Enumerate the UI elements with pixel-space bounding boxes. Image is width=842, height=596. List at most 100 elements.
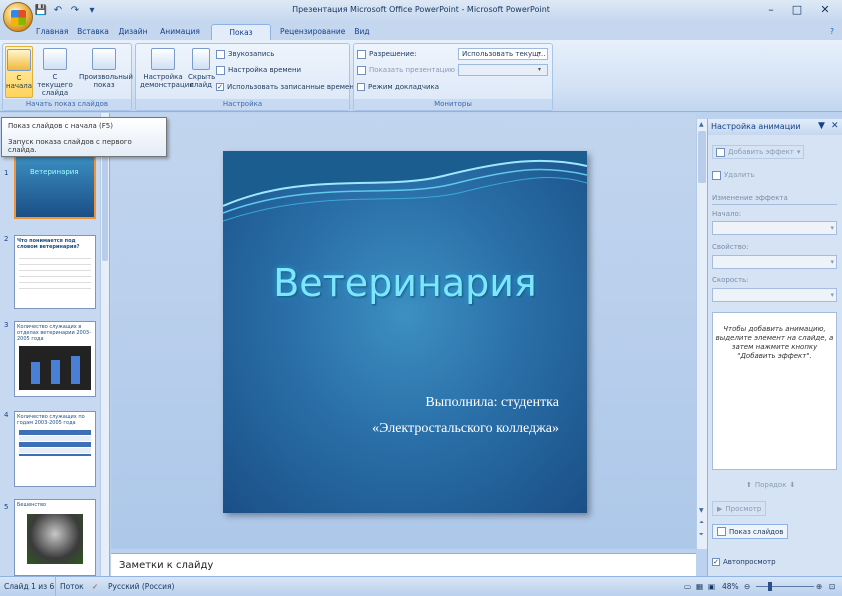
custom-show-button[interactable]: Произвольный показ: [79, 46, 133, 98]
customize-qat-icon[interactable]: ▾: [85, 4, 99, 18]
window-title: Презентация Microsoft Office PowerPoint …: [292, 5, 550, 14]
chevron-down-icon: ▾: [830, 224, 834, 232]
tab-insert[interactable]: Вставка: [76, 24, 110, 40]
autopreview-checkbox[interactable]: ✓ Автопросмотр: [712, 556, 776, 568]
add-effect-button[interactable]: Добавить эффект ▾: [712, 145, 805, 159]
autopreview-check-icon: ✓: [712, 558, 720, 566]
chevron-down-icon: ▾: [538, 66, 542, 73]
current-slide[interactable]: Ветеринария Выполнила: студентка «Электр…: [223, 151, 587, 513]
from-beginning-button[interactable]: С начала: [5, 46, 33, 98]
tab-home[interactable]: Главная: [36, 24, 68, 40]
slideshow-view-icon[interactable]: ▣: [708, 577, 715, 596]
property-select[interactable]: ▾: [712, 255, 837, 269]
tab-slideshow[interactable]: Показ слайдов: [211, 24, 271, 53]
help-icon[interactable]: ?: [826, 24, 838, 40]
next-slide-icon[interactable]: ⏷: [699, 531, 704, 539]
chevron-down-icon: ▾: [830, 291, 834, 299]
resolution-icon: [357, 49, 366, 59]
tooltip-title: Показ слайдов с начала (F5): [8, 122, 113, 130]
tab-view[interactable]: Вид: [352, 24, 372, 40]
zoom-slider-thumb[interactable]: [768, 582, 772, 591]
rehearse-timings-button[interactable]: Настройка времени: [216, 64, 301, 76]
zoom-level[interactable]: 48%: [722, 577, 739, 596]
language-indicator[interactable]: Русский (Россия): [108, 577, 174, 596]
thumb-bar: [51, 360, 60, 384]
slide-thumb-4[interactable]: Количество служащих по годам 2003-2005 г…: [14, 411, 96, 487]
notes-pane[interactable]: Заметки к слайду: [111, 553, 696, 576]
custom-show-label: Произвольный показ: [79, 73, 133, 89]
move-up-icon[interactable]: ⬆: [746, 479, 752, 491]
remove-icon: [712, 170, 721, 180]
slide-counter: Слайд 1 из 6: [4, 582, 55, 591]
tooltip: Показ слайдов с начала (F5) Запуск показ…: [1, 117, 167, 157]
thumb-bar: [31, 362, 40, 384]
close-button[interactable]: ✕: [812, 2, 838, 18]
show-on-label-row: Показать презентацию на:: [357, 64, 468, 76]
title-bar: 💾 ↶ ↷ ▾ Презентация Microsoft Office Pow…: [0, 0, 842, 22]
wave-decoration: [223, 151, 587, 222]
reorder-label: Порядок: [754, 481, 787, 489]
hide-slide-button[interactable]: Скрыть слайд: [188, 46, 216, 98]
zoom-slider[interactable]: [756, 586, 814, 587]
office-button[interactable]: [3, 2, 33, 32]
presenter-view-checkbox[interactable]: Режим докладчика: [357, 81, 439, 93]
minimize-button[interactable]: –: [758, 2, 784, 18]
from-current-button[interactable]: С текущего слайда: [35, 46, 75, 98]
hide-slide-label: Скрыть слайд: [188, 73, 216, 89]
use-timings-checkbox[interactable]: ✓ Использовать записанные времена: [216, 81, 358, 93]
undo-icon[interactable]: ↶: [51, 4, 65, 18]
tab-animation[interactable]: Анимация: [158, 24, 202, 40]
slide-subtitle-line1[interactable]: Выполнила: студентка: [425, 395, 559, 411]
speed-select[interactable]: ▾: [712, 288, 837, 302]
canvas-scrollbar[interactable]: ▲ ▼ ⏶ ⏷: [696, 119, 707, 549]
group-monitors-label: Мониторы: [354, 99, 552, 110]
resolution-label: Разрешение:: [369, 50, 417, 58]
play-icon: ▶: [717, 504, 723, 513]
animation-list[interactable]: Чтобы добавить анимацию, выделите элемен…: [712, 312, 837, 470]
redo-icon[interactable]: ↷: [68, 4, 82, 18]
scroll-down-icon[interactable]: ▼: [699, 507, 704, 514]
resolution-select[interactable]: Использовать текущ... ▾: [458, 48, 548, 60]
slide-sorter-icon[interactable]: ▦: [696, 577, 703, 596]
monitor-icon: [357, 65, 366, 75]
tab-review[interactable]: Рецензирование: [280, 24, 345, 40]
slideshow-button[interactable]: Показ слайдов: [712, 524, 789, 539]
tab-design[interactable]: Дизайн: [118, 24, 148, 40]
show-on-select[interactable]: ▾: [458, 64, 548, 76]
spellcheck-icon[interactable]: ✓: [92, 577, 98, 596]
slide-thumb-1[interactable]: Ветеринария: [14, 153, 96, 219]
from-current-label: С текущего слайда: [37, 73, 73, 97]
fit-window-icon[interactable]: ⊡: [829, 577, 835, 596]
slide-thumb-5[interactable]: Бешенство: [14, 499, 96, 576]
chevron-down-icon: ▾: [830, 258, 834, 266]
save-icon[interactable]: 💾: [34, 4, 48, 18]
clock-icon: [216, 65, 225, 75]
setup-show-button[interactable]: Настройка демонстрации: [140, 46, 194, 98]
scroll-up-icon[interactable]: ▲: [699, 121, 704, 128]
thumb-table: [19, 430, 91, 456]
group-setup: Настройка демонстрации Скрыть слайд Звук…: [135, 43, 358, 111]
use-timings-label: Использовать записанные времена: [227, 83, 359, 91]
record-narration-button[interactable]: Звукозапись: [216, 48, 274, 60]
pane-close-icon[interactable]: ✕: [831, 121, 839, 131]
previous-slide-icon[interactable]: ⏶: [699, 519, 704, 527]
pane-menu-icon[interactable]: ▼: [818, 121, 825, 131]
slide-number: 3: [4, 321, 9, 329]
play-button[interactable]: ▶ Просмотр: [712, 501, 767, 516]
microphone-icon: [216, 49, 225, 59]
maximize-button[interactable]: □: [784, 2, 810, 18]
slide-title[interactable]: Ветеринария: [223, 261, 587, 305]
slides-scrollbar[interactable]: [100, 113, 109, 576]
zoom-in-icon[interactable]: ⊕: [816, 577, 822, 596]
slide-thumb-2[interactable]: Что понимается под словом ветеринария?: [14, 235, 96, 309]
slide-thumb-3[interactable]: Количество служащих в отделах ветеринари…: [14, 321, 96, 397]
remove-button[interactable]: Удалить: [712, 169, 755, 181]
normal-view-icon[interactable]: ▭: [684, 577, 691, 596]
start-select[interactable]: ▾: [712, 221, 837, 235]
scroll-thumb[interactable]: [698, 131, 706, 183]
zoom-out-icon[interactable]: ⊖: [744, 577, 750, 596]
thumb-title: Бешенство: [17, 502, 47, 508]
thumb-dog-image: [27, 514, 83, 564]
slide-subtitle-line2[interactable]: «Электростальского колледжа»: [372, 421, 559, 437]
move-down-icon[interactable]: ⬇: [789, 479, 795, 491]
